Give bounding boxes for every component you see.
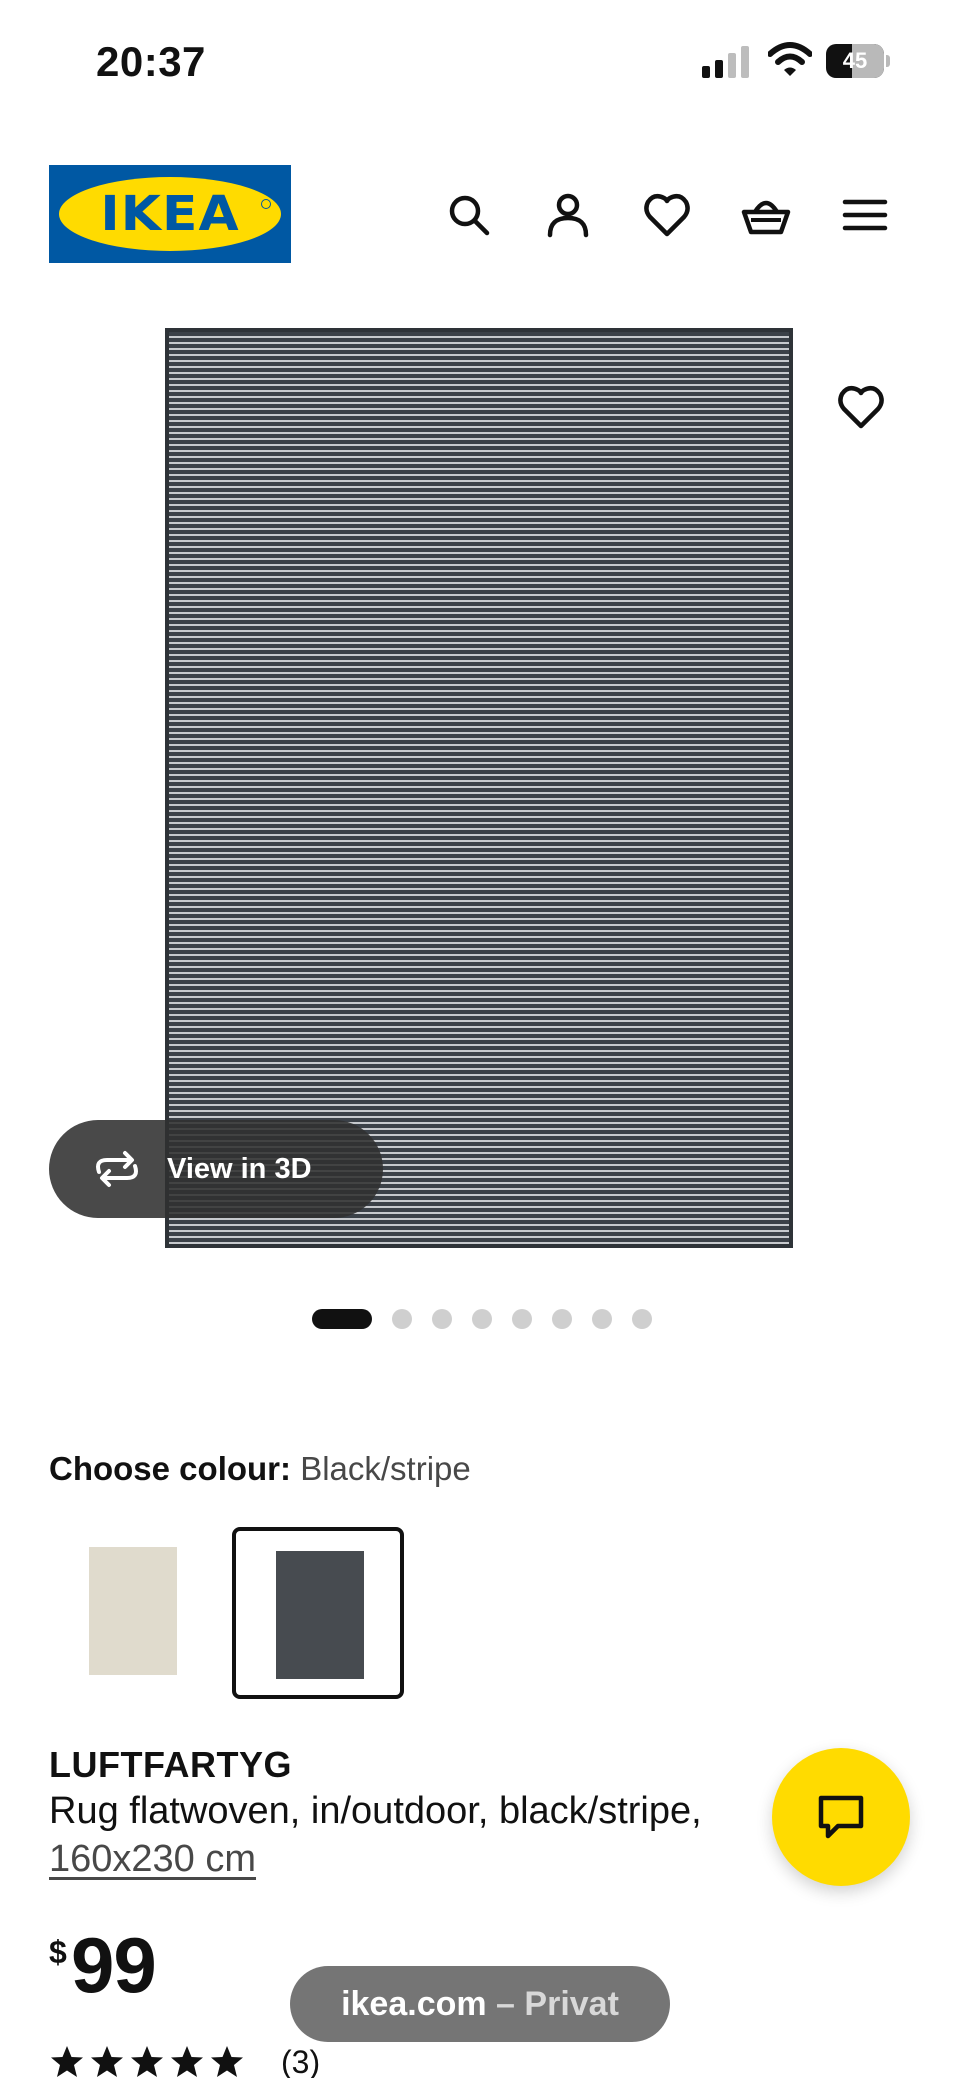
product-description: Rug flatwoven, in/outdoor, black/stripe, bbox=[49, 1790, 702, 1832]
gallery-dot[interactable] bbox=[552, 1309, 572, 1329]
selected-colour: Black/stripe bbox=[300, 1450, 471, 1487]
ikea-logo[interactable]: IKEA bbox=[49, 165, 291, 263]
chat-icon bbox=[818, 1795, 864, 1839]
chat-button[interactable] bbox=[772, 1748, 910, 1886]
product-image[interactable] bbox=[165, 328, 793, 1248]
gallery-dot[interactable] bbox=[472, 1309, 492, 1329]
status-bar: 20:37 45 bbox=[0, 0, 960, 120]
heart-icon[interactable] bbox=[642, 190, 692, 240]
status-time: 20:37 bbox=[96, 38, 206, 85]
gallery-dot[interactable] bbox=[592, 1309, 612, 1329]
wifi-icon bbox=[767, 42, 813, 78]
cellular-signal-icon bbox=[702, 46, 752, 78]
product-size-link[interactable]: 160x230 cm bbox=[49, 1838, 256, 1881]
view-in-3d-button[interactable]: View in 3D bbox=[49, 1120, 383, 1218]
gallery-dot[interactable] bbox=[632, 1309, 652, 1329]
price-value: 99 bbox=[71, 1921, 157, 2009]
colour-swatch-beige[interactable] bbox=[49, 1527, 221, 1699]
colour-swatch-black-stripe[interactable] bbox=[232, 1527, 404, 1699]
logo-text: IKEA bbox=[100, 186, 240, 242]
search-icon[interactable] bbox=[444, 190, 494, 240]
gallery-dot[interactable] bbox=[392, 1309, 412, 1329]
colour-chooser-label: Choose colour: Black/stripe bbox=[49, 1450, 471, 1488]
browser-mode: Privat bbox=[524, 1985, 619, 2023]
menu-icon[interactable] bbox=[840, 190, 890, 240]
product-gallery[interactable]: View in 3D bbox=[0, 300, 960, 1280]
star-icon bbox=[171, 2046, 203, 2077]
gallery-dot[interactable] bbox=[512, 1309, 532, 1329]
battery-icon: 45 bbox=[826, 44, 890, 78]
add-to-favourites-icon[interactable] bbox=[836, 382, 886, 432]
star-icon bbox=[211, 2046, 243, 2077]
gallery-dot[interactable] bbox=[432, 1309, 452, 1329]
review-count[interactable]: (3) bbox=[281, 2044, 320, 2078]
browser-url-bar[interactable]: ikea.com – Privat bbox=[290, 1966, 670, 2042]
star-icon bbox=[131, 2046, 163, 2077]
battery-level: 45 bbox=[842, 48, 868, 73]
browser-separator: – bbox=[486, 1985, 525, 2023]
price-currency: $ bbox=[49, 1934, 67, 1970]
rotate-3d-icon bbox=[91, 1148, 143, 1190]
site-header: IKEA bbox=[0, 160, 960, 270]
view-in-3d-label: View in 3D bbox=[167, 1153, 312, 1185]
star-icon bbox=[51, 2046, 83, 2077]
browser-domain: ikea.com bbox=[341, 1985, 487, 2023]
colour-heading: Choose colour: bbox=[49, 1450, 292, 1487]
basket-icon[interactable] bbox=[741, 190, 791, 240]
product-name: LUFTFARTYG bbox=[49, 1744, 292, 1785]
account-icon[interactable] bbox=[543, 190, 593, 240]
gallery-dot[interactable] bbox=[312, 1309, 372, 1329]
star-icon bbox=[91, 2046, 123, 2077]
